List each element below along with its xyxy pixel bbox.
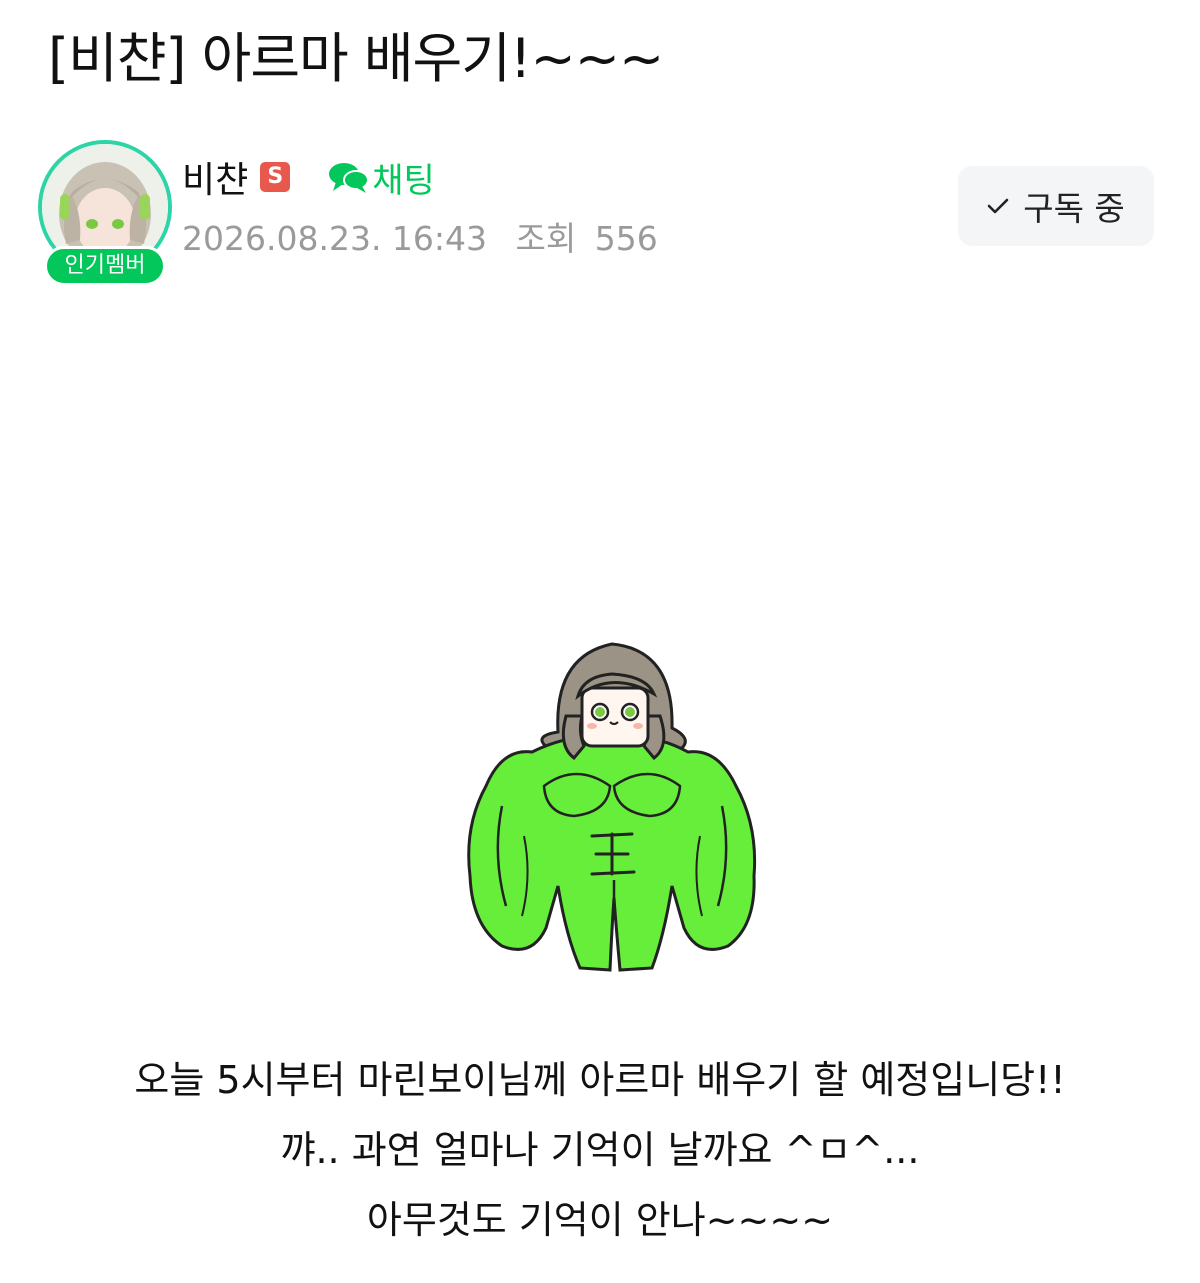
content-line: 아무것도 기억이 안나~~~~ [366, 1198, 834, 1242]
staff-badge: S [260, 162, 291, 192]
popular-member-badge: 인기멤버 [44, 246, 166, 286]
chat-button[interactable]: 채팅 [328, 153, 435, 202]
views-label: 조회 [515, 219, 577, 258]
post-title: [비챤] 아르마 배우기!~~~ [48, 27, 664, 90]
post-datetime: 2026.08.23. 16:43 [182, 219, 488, 258]
subscribe-label: 구독 중 [1023, 189, 1125, 228]
author-name[interactable]: 비챤 [182, 151, 248, 203]
subscribe-button[interactable]: 구독 중 [958, 166, 1154, 246]
muscle-character-image [462, 636, 758, 976]
post-meta: 2026.08.23. 16:43 조회 556 [182, 212, 658, 260]
views-count: 556 [594, 219, 658, 258]
content-line: 꺄.. 과연 얼마나 기억이 날까요 ^ㅁ^... [280, 1128, 920, 1172]
author-row: 비챤 S 채팅 [182, 151, 435, 203]
content-line: 오늘 5시부터 마린보이님께 아르마 배우기 할 예정입니당!! [134, 1058, 1066, 1102]
check-icon [987, 197, 1009, 215]
post-content: 오늘 5시부터 마린보이님께 아르마 배우기 할 예정입니당!! 꺄.. 과연 … [0, 1048, 1200, 1258]
chat-bubble-icon [329, 163, 370, 193]
chat-label: 채팅 [372, 160, 435, 201]
author-profile[interactable]: 인기멤버 [38, 140, 174, 290]
